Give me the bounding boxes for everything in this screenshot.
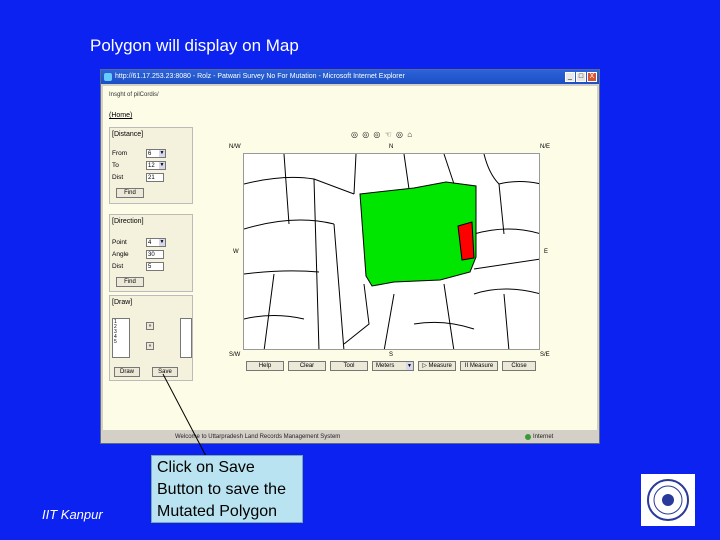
- slide-title: Polygon will display on Map: [90, 36, 299, 55]
- status-bar: Welcome to Uttarpradesh Land Records Man…: [101, 431, 599, 443]
- callout-line-3: Mutated Polygon: [157, 503, 278, 520]
- remove-point-button[interactable]: «: [146, 342, 154, 350]
- maximize-button[interactable]: □: [576, 72, 586, 82]
- zoom-toolbar[interactable]: ◎ ◎ ◎ ☜ ◎ ⌂: [351, 130, 413, 139]
- callout-line-2: Button to save the: [157, 481, 286, 498]
- dist-label: Dist: [112, 174, 124, 181]
- institute-logo: [641, 474, 695, 526]
- draw-panel: [Draw] 1 2 3 4 5 » « Draw Save: [109, 295, 193, 381]
- window-title: http://61.17.253.23:8080 - Rolz - Patwar…: [115, 73, 405, 80]
- compass-ne: N/E: [540, 144, 551, 150]
- point-listbox[interactable]: 1 2 3 4 5: [112, 318, 130, 358]
- browser-window: http://61.17.253.23:8080 - Rolz - Patwar…: [100, 69, 600, 444]
- direction-panel: [Direction] Point 4 ▼ Angle 30 Dist 5 Fin…: [109, 214, 193, 292]
- close-button[interactable]: X: [587, 72, 597, 82]
- add-point-button[interactable]: »: [146, 322, 154, 330]
- distance-panel: [Distance] From 6 ▼ To 12 ▼ Dist 21 Find: [109, 127, 193, 204]
- title-bar: http://61.17.253.23:8080 - Rolz - Patwar…: [101, 70, 599, 84]
- compass-nw: N/W: [229, 144, 241, 150]
- distance-title: [Distance]: [112, 131, 144, 138]
- dist-input[interactable]: 21: [146, 173, 164, 182]
- from-select[interactable]: 6 ▼: [146, 149, 166, 158]
- map-canvas[interactable]: [243, 153, 540, 350]
- home-link[interactable]: (Home): [109, 112, 132, 119]
- list-item[interactable]: 5: [114, 340, 128, 345]
- footer-text: IIT Kanpur: [42, 507, 103, 522]
- help-button[interactable]: Help: [246, 361, 284, 371]
- measure-pause-button[interactable]: II Measure: [460, 361, 498, 371]
- tool-button[interactable]: Tool: [330, 361, 368, 371]
- point-select[interactable]: 4 ▼: [146, 238, 166, 247]
- status-text: Welcome to Uttarpradesh Land Records Man…: [175, 434, 341, 440]
- clear-button[interactable]: Clear: [288, 361, 326, 371]
- parcel-map[interactable]: [244, 154, 540, 350]
- chevron-down-icon: ▼: [159, 239, 165, 246]
- globe-icon: [525, 434, 531, 440]
- draw-title: [Draw]: [112, 299, 133, 306]
- direction-dist-input[interactable]: 5: [146, 262, 164, 271]
- chevron-down-icon: ▼: [159, 150, 165, 157]
- angle-label: Angle: [112, 251, 129, 258]
- compass-sw: S/W: [229, 352, 241, 358]
- chevron-down-icon: ▼: [406, 362, 413, 370]
- draw-button[interactable]: Draw: [114, 367, 140, 377]
- direction-dist-label: Dist: [112, 263, 124, 270]
- status-zone: Internet: [533, 434, 554, 440]
- save-button[interactable]: Save: [152, 367, 178, 377]
- minimize-button[interactable]: _: [565, 72, 575, 82]
- direction-find-button[interactable]: Find: [116, 277, 144, 287]
- to-select[interactable]: 12 ▼: [146, 161, 166, 170]
- close-map-button[interactable]: Close: [502, 361, 536, 371]
- compass-se: S/E: [540, 352, 550, 358]
- compass-n: N: [389, 144, 394, 150]
- compass-w: W: [233, 249, 239, 255]
- callout-line-1: Click on Save: [157, 459, 255, 476]
- compass-e: E: [544, 249, 549, 255]
- points-textarea[interactable]: [180, 318, 192, 358]
- from-label: From: [112, 150, 128, 157]
- callout-box: Click on Save Button to save the Mutated…: [151, 455, 303, 523]
- units-select[interactable]: Meters ▼: [372, 361, 414, 371]
- page-heading: Insght of pilCordis/: [109, 92, 159, 98]
- direction-title: [Direction]: [112, 218, 144, 225]
- angle-input[interactable]: 30: [146, 250, 164, 259]
- distance-find-button[interactable]: Find: [116, 188, 144, 198]
- ie-icon: [104, 73, 112, 81]
- to-label: To: [112, 162, 119, 169]
- measure-play-button[interactable]: ▷ Measure: [418, 361, 456, 371]
- point-label: Point: [112, 239, 127, 246]
- chevron-down-icon: ▼: [159, 162, 165, 169]
- compass-s: S: [389, 352, 394, 358]
- page-content: Insght of pilCordis/ (Home) [Distance] F…: [103, 86, 597, 430]
